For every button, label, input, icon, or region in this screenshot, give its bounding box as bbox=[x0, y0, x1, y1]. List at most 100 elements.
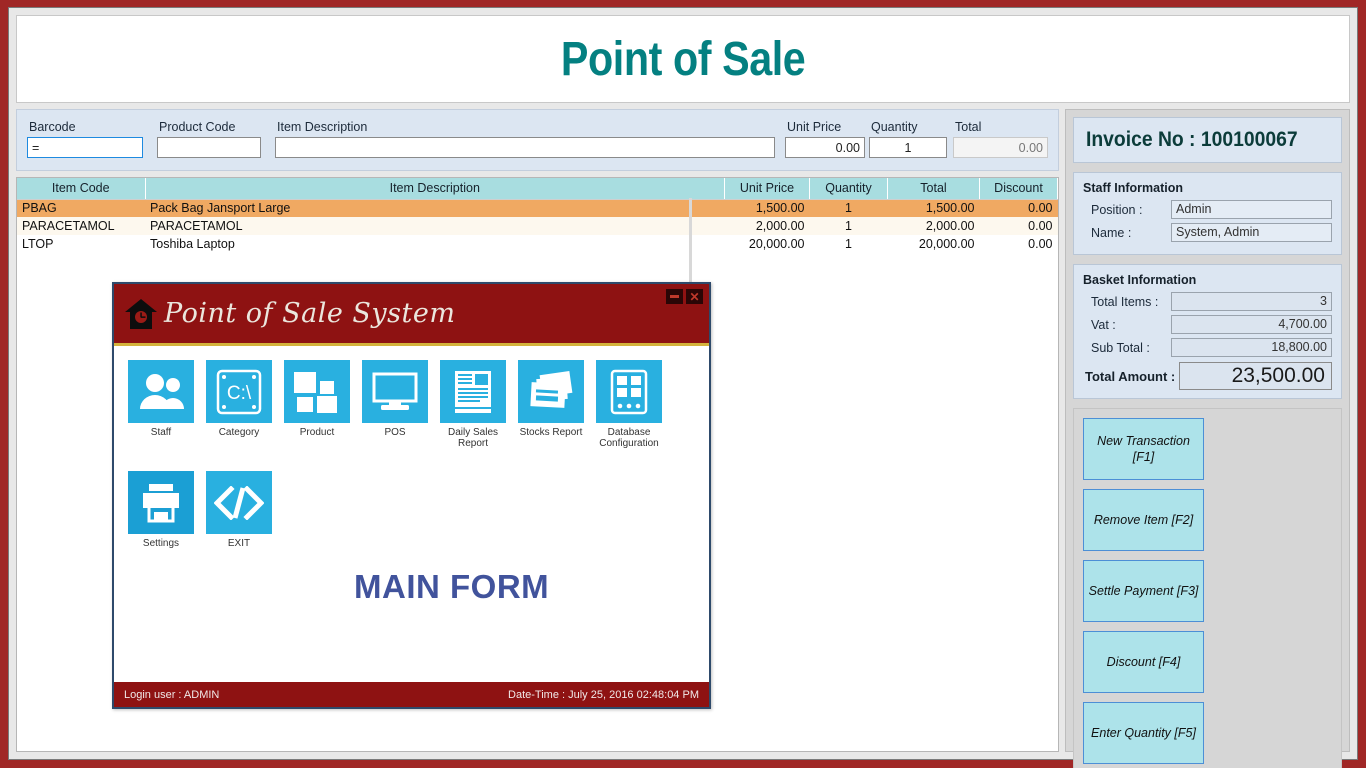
item-description-label: Item Description bbox=[277, 120, 368, 134]
staff-position-value: Admin bbox=[1171, 200, 1332, 219]
item-description-input[interactable] bbox=[275, 137, 775, 158]
module-category[interactable]: C:\ Category bbox=[206, 360, 272, 449]
module-staff[interactable]: Staff bbox=[128, 360, 194, 449]
total-items-label: Total Items : bbox=[1091, 294, 1159, 309]
total-amount-value: 23,500.00 bbox=[1179, 362, 1332, 390]
invoice-number: Invoice No : 100100067 bbox=[1086, 128, 1298, 151]
database-grid-icon bbox=[610, 369, 648, 414]
window-controls: ✕ bbox=[666, 289, 703, 304]
close-icon[interactable]: ✕ bbox=[686, 289, 703, 304]
table-row[interactable]: PBAG Pack Bag Jansport Large 1,500.00 1 … bbox=[17, 199, 1058, 217]
exit-caption: EXIT bbox=[227, 538, 251, 549]
cell-quantity: 1 bbox=[809, 199, 888, 217]
document-report-icon bbox=[455, 370, 491, 413]
daily-sales-report-tile bbox=[440, 360, 506, 423]
daily-sales-report-caption: Daily Sales Report bbox=[447, 427, 499, 449]
product-code-field-group: Product Code bbox=[157, 120, 261, 158]
main-form-title: Point of Sale System bbox=[164, 298, 456, 329]
settings-tile bbox=[128, 471, 194, 534]
quantity-label: Quantity bbox=[871, 120, 918, 134]
printer-settings-icon bbox=[143, 483, 179, 522]
module-settings[interactable]: Settings bbox=[128, 471, 194, 549]
database-configuration-tile bbox=[596, 360, 662, 423]
table-row[interactable]: PARACETAMOL PARACETAMOL 2,000.00 1 2,000… bbox=[17, 217, 1058, 235]
invoice-panel: Invoice No : 100100067 bbox=[1073, 117, 1342, 163]
column-header-item-code[interactable]: Item Code bbox=[17, 178, 146, 200]
squares-icon bbox=[294, 371, 337, 413]
grid-header-row: Item Code Item Description Unit Price Qu… bbox=[17, 178, 1058, 200]
barcode-field-group: Barcode bbox=[27, 120, 143, 158]
module-product[interactable]: Product bbox=[284, 360, 350, 449]
cell-discount: 0.00 bbox=[979, 217, 1058, 235]
product-code-label: Product Code bbox=[159, 120, 236, 134]
status-login-user: Login user : ADMIN bbox=[124, 688, 220, 701]
cell-total: 1,500.00 bbox=[887, 199, 980, 217]
enter-quantity-button[interactable]: Enter Quantity [F5] bbox=[1083, 702, 1204, 764]
settings-caption: Settings bbox=[142, 538, 180, 549]
module-daily-sales-report[interactable]: Daily Sales Report bbox=[440, 360, 506, 449]
unit-price-field-group: Unit Price bbox=[785, 120, 865, 158]
cell-total: 2,000.00 bbox=[887, 217, 980, 235]
staff-tile bbox=[128, 360, 194, 423]
cell-item-description: Toshiba Laptop bbox=[145, 235, 725, 253]
unit-price-label: Unit Price bbox=[787, 120, 842, 134]
column-header-item-description[interactable]: Item Description bbox=[145, 178, 725, 200]
total-items-row: Total Items : 3 bbox=[1083, 292, 1332, 311]
vat-row: Vat : 4,700.00 bbox=[1083, 315, 1332, 334]
vat-value: 4,700.00 bbox=[1171, 315, 1332, 334]
basket-information-panel: Basket Information Total Items : 3 Vat :… bbox=[1073, 264, 1342, 399]
unit-price-input[interactable] bbox=[785, 137, 865, 158]
module-pos[interactable]: POS bbox=[362, 360, 428, 449]
barcode-label: Barcode bbox=[29, 120, 76, 134]
settle-payment-button[interactable]: Settle Payment [F3] bbox=[1083, 560, 1204, 622]
main-form-titlebar[interactable]: Point of Sale System ✕ bbox=[114, 284, 709, 346]
table-row[interactable]: LTOP Toshiba Laptop 20,000.00 1 20,000.0… bbox=[17, 235, 1058, 253]
cell-discount: 0.00 bbox=[979, 235, 1058, 253]
column-header-unit-price[interactable]: Unit Price bbox=[724, 178, 810, 200]
total-input bbox=[953, 137, 1048, 158]
total-amount-row: Total Amount : 23,500.00 bbox=[1083, 362, 1332, 390]
cell-item-code: PARACETAMOL bbox=[17, 217, 145, 235]
category-tile: C:\ bbox=[206, 360, 272, 423]
grid-body: PBAG Pack Bag Jansport Large 1,500.00 1 … bbox=[17, 199, 1058, 253]
remove-item-button[interactable]: Remove Item [F2] bbox=[1083, 489, 1204, 551]
module-exit[interactable]: EXIT bbox=[206, 471, 272, 549]
column-header-total[interactable]: Total bbox=[887, 178, 980, 200]
staff-position-row: Position : Admin bbox=[1083, 200, 1332, 219]
item-description-field-group: Item Description bbox=[275, 120, 775, 158]
module-database-configuration[interactable]: Database Configuration bbox=[596, 360, 662, 449]
status-datetime: Date-Time : July 25, 2016 02:48:04 PM bbox=[508, 688, 699, 701]
cell-discount: 0.00 bbox=[979, 199, 1058, 217]
cell-unit-price: 2,000.00 bbox=[724, 217, 810, 235]
code-brackets-icon bbox=[214, 485, 264, 520]
staff-position-label: Position : bbox=[1091, 202, 1143, 217]
quantity-input[interactable] bbox=[869, 137, 947, 158]
stocks-report-caption: Stocks Report bbox=[519, 427, 583, 438]
cell-item-description: Pack Bag Jansport Large bbox=[145, 199, 725, 217]
stocks-report-tile bbox=[518, 360, 584, 423]
column-header-quantity[interactable]: Quantity bbox=[809, 178, 888, 200]
exit-tile bbox=[206, 471, 272, 534]
module-stocks-report[interactable]: Stocks Report bbox=[518, 360, 584, 449]
staff-name-label: Name : bbox=[1091, 225, 1132, 240]
command-prompt-icon: C:\ bbox=[216, 369, 262, 414]
cell-item-code: LTOP bbox=[17, 235, 145, 253]
staff-information-panel: Staff Information Position : Admin Name … bbox=[1073, 172, 1342, 255]
total-label: Total bbox=[955, 120, 982, 134]
column-header-discount[interactable]: Discount bbox=[979, 178, 1058, 200]
home-clock-icon bbox=[125, 298, 157, 329]
product-tile bbox=[284, 360, 350, 423]
product-code-input[interactable] bbox=[157, 137, 261, 158]
database-configuration-caption: Database Configuration bbox=[599, 427, 659, 449]
minimize-icon[interactable] bbox=[666, 289, 683, 304]
discount-button[interactable]: Discount [F4] bbox=[1083, 631, 1204, 693]
main-form-window: Point of Sale System ✕ Staff C:\ Categor… bbox=[112, 282, 711, 709]
barcode-input[interactable] bbox=[27, 137, 143, 158]
vat-label: Vat : bbox=[1091, 317, 1116, 332]
pos-tile bbox=[362, 360, 428, 423]
pos-application-window: Point of Sale Barcode Product Code Item … bbox=[8, 7, 1358, 768]
pos-caption: POS bbox=[384, 427, 406, 438]
staff-name-row: Name : System, Admin bbox=[1083, 223, 1332, 242]
sub-total-row: Sub Total : 18,800.00 bbox=[1083, 338, 1332, 357]
new-transaction-button[interactable]: New Transaction [F1] bbox=[1083, 418, 1204, 480]
